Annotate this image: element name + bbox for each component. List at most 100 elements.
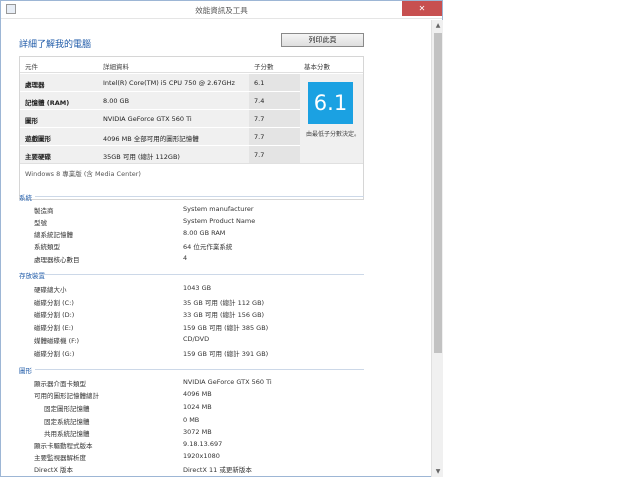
info-key: 製造商 <box>34 207 54 215</box>
section-title-system: 系統 <box>19 194 32 202</box>
info-row: 顯示器介面卡類型 NVIDIA GeForce GTX 560 Ti <box>1 378 431 390</box>
info-value: 35 GB 可用 (總計 112 GB) <box>183 299 265 307</box>
info-value: CD/DVD <box>183 335 210 343</box>
row-component: 處理器 <box>25 81 45 89</box>
info-key: 固定系統記憶體 <box>44 418 90 426</box>
info-key: 共用系統記憶體 <box>44 430 90 438</box>
windows-edition-label: Windows 8 專業版 (含 Media Center) <box>25 170 141 178</box>
info-key: 磁碟分割 (G:) <box>34 350 75 358</box>
row-component: 圖形 <box>25 117 38 125</box>
row-detail: Intel(R) Core(TM) i5 CPU 750 @ 2.67GHz <box>103 79 235 87</box>
score-table: 元件 詳細資料 子分數 基本分數 處理器 Intel(R) Core(TM) i… <box>19 56 364 200</box>
info-row: DirectX 版本 DirectX 11 或更新版本 <box>1 464 431 476</box>
info-value: NVIDIA GeForce GTX 560 Ti <box>183 378 272 386</box>
info-row: 總系統記憶體 8.00 GB RAM <box>1 229 431 241</box>
info-key: 顯示器介面卡類型 <box>34 380 86 388</box>
info-value: 9.18.13.697 <box>183 440 223 448</box>
header-component: 元件 <box>25 63 38 71</box>
info-value: 1920x1080 <box>183 452 220 460</box>
info-value: 1043 GB <box>183 284 212 292</box>
score-table-header: 元件 詳細資料 子分數 基本分數 <box>20 57 363 73</box>
app-window: 效能資訊及工具 ✕ 詳細了解我的電腦 列印此頁 元件 詳細資料 子分數 基本分數… <box>0 0 443 477</box>
close-button[interactable]: ✕ <box>402 1 442 16</box>
scroll-up-arrow-icon[interactable]: ▲ <box>432 20 444 32</box>
info-row: 型號 System Product Name <box>1 217 431 229</box>
info-value: 159 GB 可用 (總計 385 GB) <box>183 324 269 332</box>
row-detail: 8.00 GB <box>103 97 130 105</box>
info-row: 系統類型 64 位元作業系統 <box>1 241 431 253</box>
info-value: 64 位元作業系統 <box>183 243 233 251</box>
info-value: 33 GB 可用 (總計 156 GB) <box>183 311 265 319</box>
info-row: 磁碟分割 (G:) 159 GB 可用 (總計 391 GB) <box>1 348 431 360</box>
info-value: 159 GB 可用 (總計 391 GB) <box>183 350 269 358</box>
info-key: DirectX 版本 <box>34 466 73 474</box>
section-divider <box>35 274 364 275</box>
info-key: 主要監視器解析度 <box>34 454 86 462</box>
base-score-tile: 6.1 <box>308 82 353 124</box>
info-key: 總系統記憶體 <box>34 231 73 239</box>
section-divider <box>35 369 364 370</box>
info-key: 磁碟分割 (D:) <box>34 311 75 319</box>
info-row: 磁碟分割 (C:) 35 GB 可用 (總計 112 GB) <box>1 297 431 309</box>
section-divider <box>35 196 364 197</box>
title-bar[interactable]: 效能資訊及工具 ✕ <box>1 1 442 19</box>
row-subscore: 7.7 <box>254 133 265 141</box>
section-title-storage: 存放裝置 <box>19 272 45 280</box>
info-key: 型號 <box>34 219 47 227</box>
info-key: 處理器核心數目 <box>34 256 80 264</box>
info-key: 媒體磁碟機 (F:) <box>34 337 80 345</box>
info-value: 0 MB <box>183 416 200 424</box>
info-row: 磁碟分割 (E:) 159 GB 可用 (總計 385 GB) <box>1 322 431 334</box>
content-area: 詳細了解我的電腦 列印此頁 元件 詳細資料 子分數 基本分數 處理器 Intel… <box>1 20 431 477</box>
info-value: DirectX 11 或更新版本 <box>183 466 252 474</box>
row-component: 主要硬碟 <box>25 153 51 161</box>
info-value: System manufacturer <box>183 205 254 213</box>
vertical-scrollbar[interactable]: ▲ ▼ <box>431 20 443 477</box>
section-title-graphics: 圖形 <box>19 367 32 375</box>
info-row: 處理器核心數目 4 <box>1 254 431 266</box>
info-row: 磁碟分割 (D:) 33 GB 可用 (總計 156 GB) <box>1 309 431 321</box>
info-row: 共用系統記憶體 3072 MB <box>1 428 431 440</box>
info-row: 主要監視器解析度 1920x1080 <box>1 452 431 464</box>
row-component: 遊戲圖形 <box>25 135 51 143</box>
info-value: 4096 MB <box>183 390 212 398</box>
info-row: 硬碟總大小 1043 GB <box>1 284 431 296</box>
info-key: 磁碟分割 (C:) <box>34 299 74 307</box>
info-key: 固定圖形記憶體 <box>44 405 90 413</box>
info-row: 媒體磁碟機 (F:) CD/DVD <box>1 335 431 347</box>
row-subscore: 7.4 <box>254 97 265 105</box>
info-value: 1024 MB <box>183 403 212 411</box>
score-row-primary-disk: 主要硬碟 35GB 可用 (總計 112GB) 7.7 <box>20 146 300 164</box>
row-component: 記憶體 (RAM) <box>25 99 70 107</box>
scroll-down-arrow-icon[interactable]: ▼ <box>432 466 444 477</box>
header-detail: 詳細資料 <box>103 63 129 71</box>
info-row: 顯示卡驅動程式版本 9.18.13.697 <box>1 440 431 452</box>
window-title: 效能資訊及工具 <box>195 6 248 15</box>
row-subscore: 7.7 <box>254 151 265 159</box>
page-title: 詳細了解我的電腦 <box>19 40 92 50</box>
info-row: 製造商 System manufacturer <box>1 205 431 217</box>
info-value: 3072 MB <box>183 428 212 436</box>
row-subscore: 7.7 <box>254 115 265 123</box>
info-key: 硬碟總大小 <box>34 286 67 294</box>
row-subscore: 6.1 <box>254 79 265 87</box>
info-row: 固定圖形記憶體 1024 MB <box>1 403 431 415</box>
base-score-note: 由最低子分數決定。 <box>305 131 360 138</box>
base-score-panel: 6.1 由最低子分數決定。 <box>300 74 363 164</box>
info-key: 顯示卡驅動程式版本 <box>34 442 93 450</box>
score-row-gaming-graphics: 遊戲圖形 4096 MB 全部可用的圖形記憶體 7.7 <box>20 128 300 146</box>
info-key: 系統類型 <box>34 243 60 251</box>
info-row: 可用的圖形記憶體總計 4096 MB <box>1 390 431 402</box>
info-value: 8.00 GB RAM <box>183 229 226 237</box>
score-row-graphics: 圖形 NVIDIA GeForce GTX 560 Ti 7.7 <box>20 110 300 128</box>
row-detail: NVIDIA GeForce GTX 560 Ti <box>103 115 192 123</box>
info-row: 固定系統記憶體 0 MB <box>1 416 431 428</box>
info-value: System Product Name <box>183 217 256 225</box>
windows-edition: Windows 8 專業版 (含 Media Center) <box>20 163 363 199</box>
print-page-button[interactable]: 列印此頁 <box>281 33 364 47</box>
info-key: 磁碟分割 (E:) <box>34 324 74 332</box>
score-row-processor: 處理器 Intel(R) Core(TM) i5 CPU 750 @ 2.67G… <box>20 74 300 92</box>
scroll-thumb[interactable] <box>434 33 442 353</box>
info-key: 可用的圖形記憶體總計 <box>34 392 99 400</box>
header-base-score: 基本分數 <box>304 63 330 71</box>
